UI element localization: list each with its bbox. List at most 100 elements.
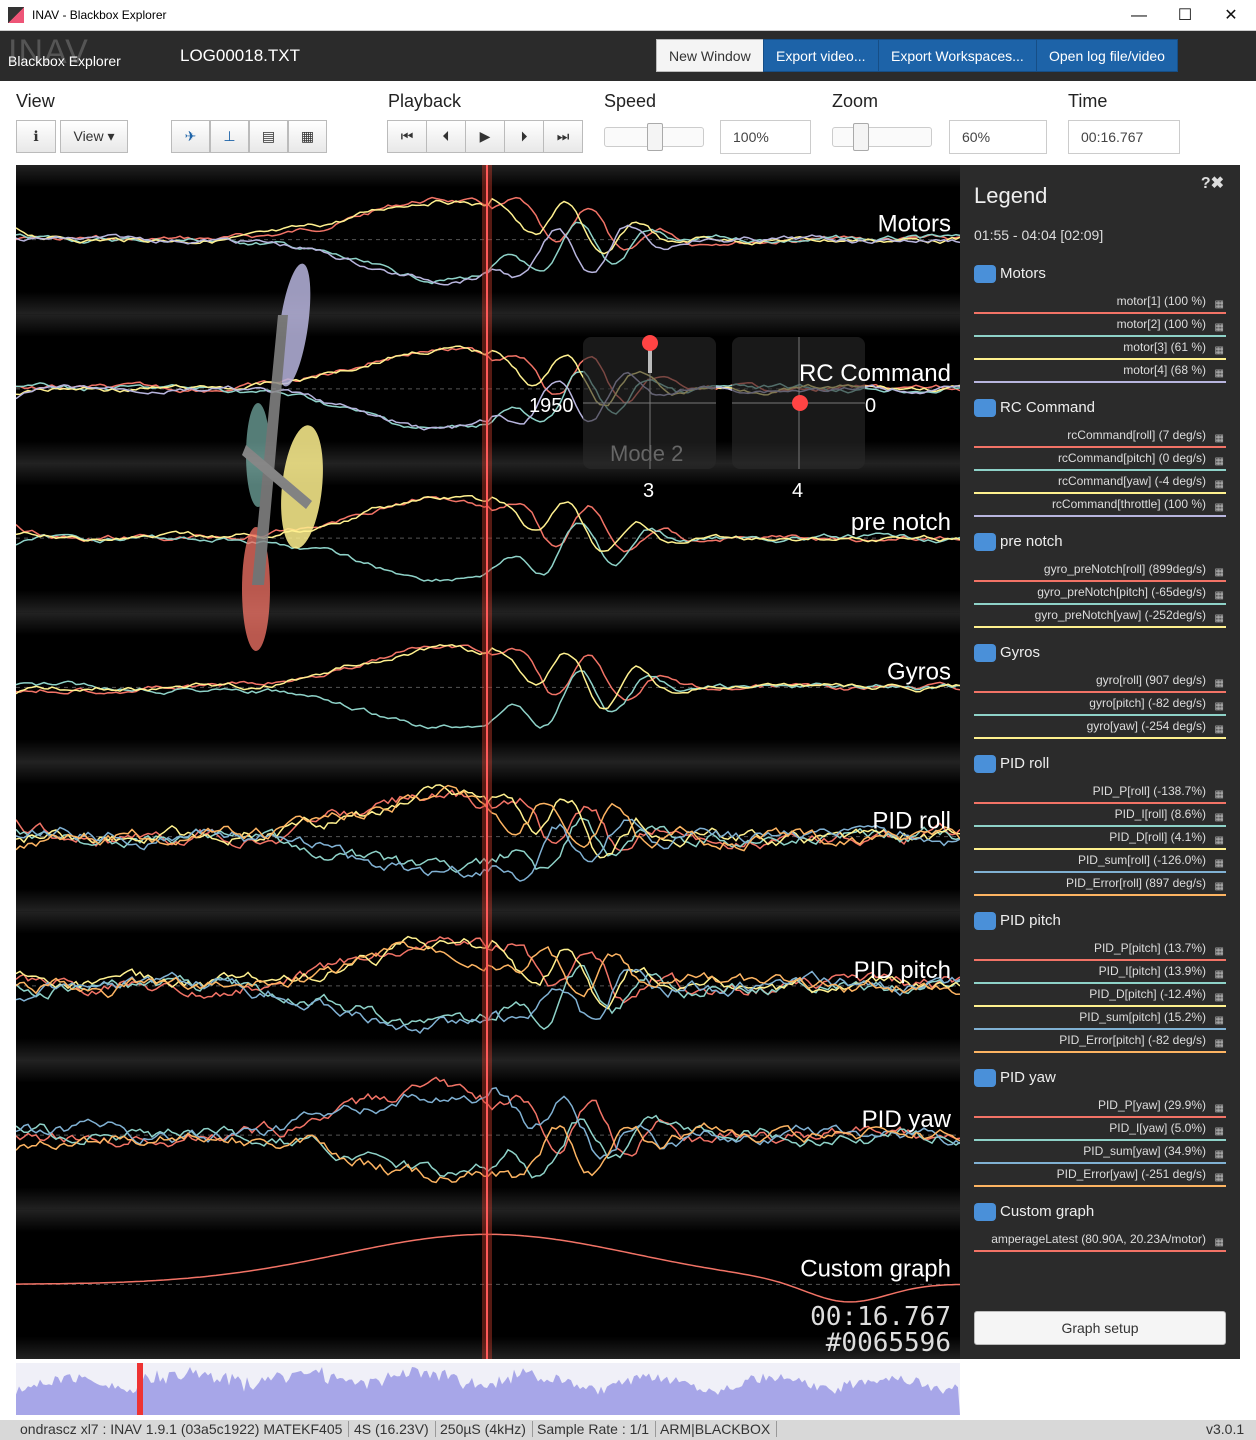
- window-title: INAV - Blackbox Explorer: [32, 8, 167, 22]
- speed-slider-knob[interactable]: [647, 123, 663, 151]
- legend-item[interactable]: PID_P[roll] (-138.7%) ▦: [974, 781, 1226, 804]
- legend-item-label: PID_D[pitch] (-12.4%): [1089, 987, 1206, 1001]
- legend-item-label: gyro[roll] (907 deg/s): [1095, 673, 1206, 687]
- app-icon: [8, 7, 24, 23]
- legend-group-header[interactable]: Motors: [974, 265, 1046, 284]
- graph-label: pre notch: [851, 509, 951, 536]
- legend-item[interactable]: PID_I[pitch] (13.9%) ▦: [974, 961, 1226, 984]
- legend-group-toggle[interactable]: [974, 1203, 996, 1222]
- legend-item[interactable]: gyro[pitch] (-82 deg/s) ▦: [974, 693, 1226, 716]
- sticks-view-button[interactable]: ⊥: [210, 120, 249, 153]
- legend-item[interactable]: PID_P[yaw] (29.9%) ▦: [974, 1095, 1226, 1118]
- craft-view-button[interactable]: ✈: [171, 120, 210, 153]
- legend-item[interactable]: gyro[roll] (907 deg/s) ▦: [974, 670, 1226, 693]
- legend-group-header[interactable]: RC Command: [974, 399, 1095, 418]
- legend-item[interactable]: amperageLatest (80.90A, 20.23A/motor) ▦: [974, 1229, 1226, 1252]
- legend-group-name: PID pitch: [1000, 912, 1061, 929]
- info-button[interactable]: ℹ: [16, 120, 56, 153]
- stick-left-value: 1950: [529, 395, 574, 417]
- jump-end-button[interactable]: ⏭: [543, 120, 583, 153]
- legend-item[interactable]: gyro[yaw] (-254 deg/s) ▦: [974, 716, 1226, 739]
- legend-item[interactable]: gyro_preNotch[pitch] (-65deg/s) ▦: [974, 582, 1226, 605]
- playback-label: Playback: [388, 91, 462, 111]
- zoom-input[interactable]: 60%: [949, 120, 1047, 154]
- legend-group-header[interactable]: PID roll: [974, 755, 1049, 774]
- legend-group-toggle[interactable]: [974, 1069, 996, 1088]
- zoom-slider[interactable]: [832, 123, 932, 151]
- legend-item[interactable]: gyro_preNotch[yaw] (-252deg/s) ▦: [974, 605, 1226, 628]
- legend-item-color: [974, 515, 1226, 517]
- legend-item[interactable]: PID_sum[yaw] (34.9%) ▦: [974, 1141, 1226, 1164]
- legend-item[interactable]: rcCommand[throttle] (100 %) ▦: [974, 494, 1226, 517]
- legend-group-header[interactable]: PID pitch: [974, 912, 1061, 931]
- log-overview-seekbar[interactable]: [16, 1363, 960, 1415]
- analyser-view-button[interactable]: ▦: [288, 120, 327, 153]
- legend-item[interactable]: gyro_preNotch[roll] (899deg/s) ▦: [974, 559, 1226, 582]
- info-icon: ℹ: [33, 128, 39, 144]
- legend-group-name: Gyros: [1000, 644, 1041, 661]
- legend-group-header[interactable]: pre notch: [974, 533, 1063, 552]
- open-log-button[interactable]: Open log file/video: [1036, 39, 1178, 72]
- legend-item[interactable]: PID_I[roll] (8.6%) ▦: [974, 804, 1226, 827]
- legend-group-header[interactable]: PID yaw: [974, 1069, 1056, 1088]
- legend-group-toggle[interactable]: [974, 644, 996, 663]
- legend-item-label: rcCommand[yaw] (-4 deg/s): [1057, 474, 1206, 488]
- legend-item-label: gyro_preNotch[yaw] (-252deg/s): [1034, 608, 1206, 622]
- zoom-slider-knob[interactable]: [853, 123, 869, 151]
- minimize-button[interactable]: —: [1116, 0, 1162, 31]
- time-label: Time: [1068, 91, 1108, 111]
- graph-label: Gyros: [887, 658, 951, 685]
- legend-item[interactable]: PID_D[roll] (4.1%) ▦: [974, 827, 1226, 850]
- legend-close-icon[interactable]: ?✖: [1201, 173, 1224, 193]
- export-workspaces-button[interactable]: Export Workspaces...: [878, 39, 1037, 72]
- view-dropdown[interactable]: View ▾: [60, 120, 128, 153]
- jump-start-button[interactable]: ⏮: [387, 120, 427, 153]
- legend-item[interactable]: PID_Error[yaw] (-251 deg/s) ▦: [974, 1164, 1226, 1187]
- legend-item[interactable]: PID_Error[roll] (897 deg/s) ▦: [974, 873, 1226, 896]
- speed-slider[interactable]: [604, 123, 704, 151]
- table-view-button[interactable]: ▤: [249, 120, 288, 153]
- legend-group-toggle[interactable]: [974, 755, 996, 774]
- legend-group-header[interactable]: Custom graph: [974, 1203, 1094, 1222]
- play-button[interactable]: ▶: [465, 120, 505, 153]
- speed-input[interactable]: 100%: [720, 120, 811, 154]
- legend-item[interactable]: rcCommand[pitch] (0 deg/s) ▦: [974, 448, 1226, 471]
- close-button[interactable]: ✕: [1208, 0, 1254, 31]
- legend-item[interactable]: motor[3] (61 %) ▦: [974, 337, 1226, 360]
- frame-overlay: #0065596: [826, 1328, 951, 1358]
- legend-item[interactable]: PID_Error[pitch] (-82 deg/s) ▦: [974, 1030, 1226, 1053]
- app-name: Blackbox Explorer: [8, 53, 121, 69]
- legend-item[interactable]: rcCommand[roll] (7 deg/s) ▦: [974, 425, 1226, 448]
- legend-item[interactable]: PID_sum[pitch] (15.2%) ▦: [974, 1007, 1226, 1030]
- status-bar: ondrascz xl7 : INAV 1.9.1 (03a5c1922) MA…: [0, 1420, 1256, 1440]
- legend-group-toggle[interactable]: [974, 399, 996, 418]
- overview-cursor[interactable]: [137, 1363, 143, 1415]
- legend-group-toggle[interactable]: [974, 265, 996, 284]
- step-forward-button[interactable]: ⏵: [504, 120, 544, 153]
- speed-label: Speed: [604, 91, 657, 111]
- legend-item[interactable]: rcCommand[yaw] (-4 deg/s) ▦: [974, 471, 1226, 494]
- export-video-button[interactable]: Export video...: [763, 39, 879, 72]
- legend-item[interactable]: motor[1] (100 %) ▦: [974, 291, 1226, 314]
- overview-svg: [16, 1363, 960, 1415]
- legend-item[interactable]: motor[4] (68 %) ▦: [974, 360, 1226, 383]
- overview-activity: [16, 1367, 960, 1415]
- legend-item[interactable]: PID_sum[roll] (-126.0%) ▦: [974, 850, 1226, 873]
- legend-group-header[interactable]: Gyros: [974, 644, 1041, 663]
- graph-canvas[interactable]: 1950 0 3 4 Mode 2 Motors RC Command pre no…: [16, 165, 960, 1359]
- graph-setup-button[interactable]: Graph setup: [974, 1311, 1226, 1345]
- legend-item[interactable]: PID_D[pitch] (-12.4%) ▦: [974, 984, 1226, 1007]
- legend-group-toggle[interactable]: [974, 533, 996, 552]
- time-input[interactable]: 00:16.767: [1068, 120, 1180, 154]
- new-window-button[interactable]: New Window: [656, 39, 764, 72]
- legend-item[interactable]: PID_P[pitch] (13.7%) ▦: [974, 938, 1226, 961]
- legend-group-toggle[interactable]: [974, 912, 996, 931]
- step-back-button[interactable]: ⏴: [426, 120, 466, 153]
- graph-label: PID pitch: [854, 957, 951, 984]
- maximize-button[interactable]: ☐: [1162, 0, 1208, 31]
- legend-item[interactable]: PID_I[yaw] (5.0%) ▦: [974, 1118, 1226, 1141]
- legend-item-label: motor[4] (68 %): [1123, 363, 1206, 377]
- legend-item[interactable]: motor[2] (100 %) ▦: [974, 314, 1226, 337]
- status-craft: ondrascz xl7 : INAV 1.9.1 (03a5c1922) MA…: [20, 1421, 350, 1437]
- legend-item-label: PID_sum[yaw] (34.9%): [1083, 1144, 1206, 1158]
